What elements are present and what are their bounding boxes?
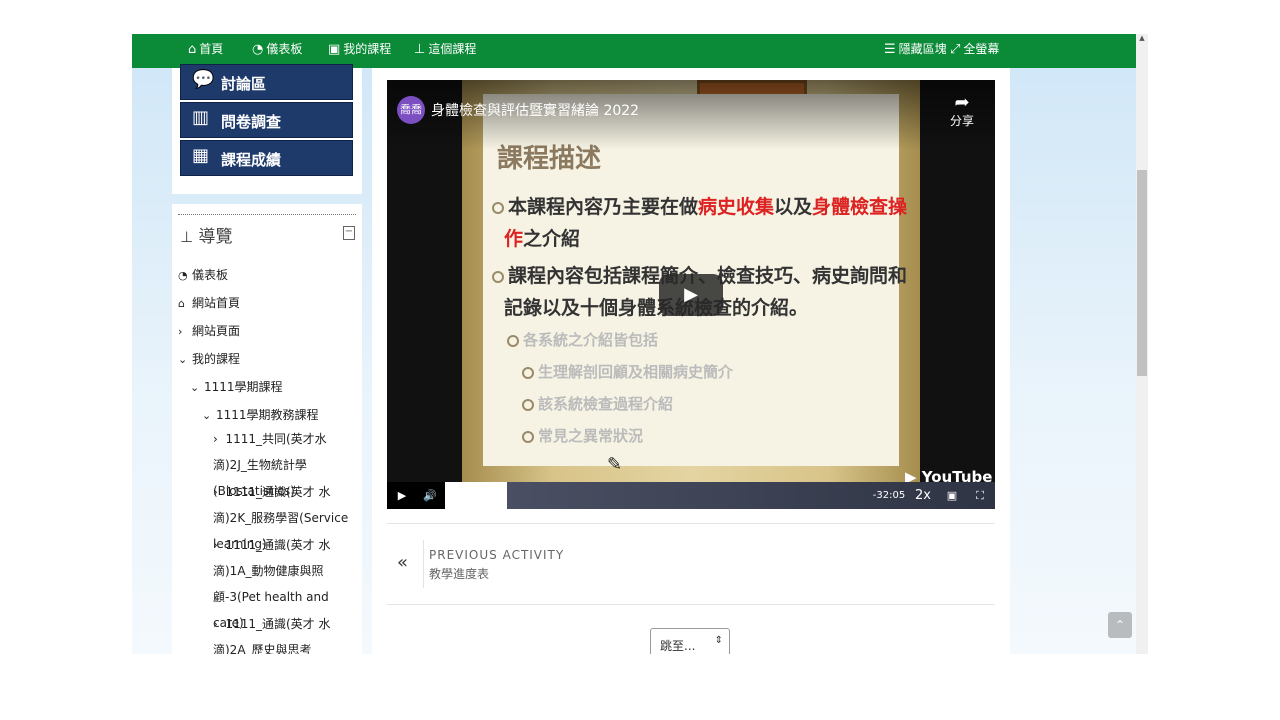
- divider: [423, 540, 424, 588]
- bullet-dot: [522, 430, 534, 443]
- nav-item-site-pages[interactable]: › 網站頁面: [178, 322, 240, 339]
- share-button[interactable]: ➦ 分享: [945, 94, 979, 129]
- nav-item-term[interactable]: ⌄ 1111學期課程: [190, 378, 283, 395]
- volume-button[interactable]: 🔊: [421, 482, 439, 509]
- collapse-block-icon[interactable]: −: [343, 226, 355, 240]
- jump-to-select[interactable]: 跳至... ⇕: [650, 628, 730, 654]
- chevron-right-icon: ›: [213, 538, 226, 552]
- nav-item-dashboard[interactable]: ◔ 儀表板: [178, 266, 228, 283]
- slide-sub-bullet: 該系統檢查過程介紹: [522, 393, 673, 414]
- play-button[interactable]: ▶: [393, 482, 411, 509]
- browser-viewport: ⌂ 首頁 ◔ 儀表板 ▣ 我的課程 ⊥ 這個課程 ☰ 隱藏區塊 ⤢ 全螢幕 ▲ 💬 討論區: [132, 34, 1148, 654]
- sitemap-icon: ⊥: [180, 228, 194, 246]
- list-icon: ☰: [884, 42, 896, 57]
- slide-sub-bullet: 生理解剖回顧及相關病史簡介: [522, 361, 733, 382]
- comments-icon: 💬: [192, 69, 215, 90]
- bullet-dot: [522, 398, 534, 411]
- share-arrow-icon: ➦: [954, 92, 970, 113]
- scrollbar-thumb[interactable]: [1137, 170, 1147, 376]
- bullet-dot: [492, 201, 504, 214]
- forum-button[interactable]: 💬 討論區: [180, 64, 353, 100]
- nav-item-term-sub[interactable]: ⌄ 1111學期教務課程: [202, 406, 319, 423]
- survey-button[interactable]: ▥ 問卷調查: [180, 102, 353, 138]
- left-sidebar: 💬 討論區 ▥ 問卷調查 ▦ 課程成績 ⊥ 導覽 − ◔ 儀表板 ⌂ 網站首頁 …: [172, 64, 362, 654]
- slide-bullet-2-line-2: 記錄以及十個身體系統檢查的介紹。: [504, 297, 809, 319]
- sitemap-icon: ⊥: [414, 42, 426, 57]
- table-icon: ▦: [192, 145, 210, 166]
- nav-dashboard[interactable]: ◔ 儀表板: [252, 34, 302, 68]
- nav-item-my-courses[interactable]: ⌄ 我的課程: [178, 350, 240, 367]
- fullscreen-icon: ⛶: [976, 489, 984, 502]
- player-controls: ▶ YouTube ▶ 🔊 -32:05 2x ▣ ⛶: [387, 468, 995, 509]
- scroll-up-arrow-icon[interactable]: ▲: [1138, 34, 1146, 44]
- bullet-dot: [507, 334, 519, 347]
- navigation-block: ⊥ 導覽 − ◔ 儀表板 ⌂ 網站首頁 › 網站頁面 ⌄ 我的課程 ⌄ 1111學期課程 …: [172, 204, 362, 654]
- slide-bullet-1-line-1: 本課程內容乃主要在做病史收集以及身體檢查操: [492, 192, 907, 219]
- bullet-dot: [522, 366, 534, 379]
- grades-button[interactable]: ▦ 課程成績: [180, 140, 353, 176]
- previous-activity-label: PREVIOUS ACTIVITY: [429, 548, 565, 562]
- back-to-top-button[interactable]: ⌃: [1108, 612, 1132, 638]
- navigation-title: ⊥ 導覽: [180, 227, 233, 247]
- hide-blocks-button[interactable]: ☰ 隱藏區塊: [884, 34, 947, 68]
- chevron-down-icon: ⌄: [178, 353, 188, 366]
- chevron-right-icon: ›: [178, 325, 183, 338]
- miniplayer-button[interactable]: ▣: [943, 482, 961, 509]
- chevron-right-icon: ›: [213, 485, 226, 499]
- nav-item-site-home[interactable]: ⌂ 網站首頁: [178, 294, 240, 311]
- time-remaining: -32:05: [872, 490, 906, 501]
- top-navbar: ⌂ 首頁 ◔ 儀表板 ▣ 我的課程 ⊥ 這個課程 ☰ 隱藏區塊 ⤢ 全螢幕: [132, 34, 1136, 68]
- select-arrows-icon: ⇕: [714, 635, 723, 646]
- chevron-right-icon: ›: [213, 432, 226, 446]
- pencil-cursor-icon: ✎: [607, 454, 623, 475]
- channel-avatar[interactable]: 喬喬: [397, 96, 425, 124]
- previous-activity-name: 教學進度表: [429, 567, 490, 581]
- chevron-down-icon: ⌄: [202, 409, 212, 422]
- slide-sub-bullet: 各系統之介紹皆包括: [507, 329, 658, 350]
- bar-chart-icon: ▥: [192, 107, 210, 128]
- bullet-dot: [492, 270, 504, 283]
- video-title[interactable]: 身體檢查與評估暨實習緒論 2022: [431, 100, 639, 120]
- quick-links-block: 💬 討論區 ▥ 問卷調查 ▦ 課程成績: [172, 64, 362, 194]
- volume-icon: 🔊: [423, 489, 437, 502]
- chevron-right-icon: ›: [213, 617, 226, 631]
- dashboard-icon: ◔: [252, 42, 264, 57]
- nav-this-course[interactable]: ⊥ 這個課程: [414, 34, 476, 68]
- main-content: 課程描述 本課程內容乃主要在做病史收集以及身體檢查操 作之介紹 課程內容包括課程…: [372, 68, 1010, 654]
- chevron-up-icon: ⌃: [1114, 618, 1126, 632]
- slide-sub-bullet: 常見之異常狀況: [522, 425, 643, 446]
- play-icon: ▶: [397, 489, 407, 502]
- large-play-button[interactable]: ▶: [659, 274, 723, 316]
- fullscreen-button[interactable]: ⤢ 全螢幕: [950, 34, 999, 68]
- slide-bullet-1-line-2: 作之介紹: [504, 228, 581, 250]
- dashboard-icon: ◔: [178, 269, 188, 282]
- chevron-down-icon: ⌄: [190, 381, 200, 394]
- double-chevron-left-icon: «: [397, 552, 409, 573]
- divider: [178, 214, 356, 215]
- home-icon: ⌂: [178, 297, 185, 310]
- briefcase-icon: ▣: [328, 42, 341, 57]
- speed-button[interactable]: 2x: [913, 482, 933, 509]
- controls-gap: [445, 482, 507, 509]
- previous-activity-link[interactable]: « PREVIOUS ACTIVITY 教學進度表: [387, 523, 995, 605]
- nav-my-courses[interactable]: ▣ 我的課程: [328, 34, 391, 68]
- expand-icon: ⤢: [950, 42, 961, 57]
- play-icon: ▶: [684, 284, 698, 305]
- nav-home[interactable]: ⌂ 首頁: [188, 34, 223, 68]
- page-scrollbar[interactable]: ▲: [1136, 34, 1148, 654]
- home-icon: ⌂: [188, 42, 197, 57]
- miniplayer-icon: ▣: [946, 489, 958, 502]
- fullscreen-video-button[interactable]: ⛶: [971, 482, 989, 509]
- youtube-player[interactable]: 課程描述 本課程內容乃主要在做病史收集以及身體檢查操 作之介紹 課程內容包括課程…: [387, 80, 995, 509]
- nav-course-link[interactable]: › 1111_通識(英才 水滴)2A_歷史與思考(History &: [213, 611, 353, 654]
